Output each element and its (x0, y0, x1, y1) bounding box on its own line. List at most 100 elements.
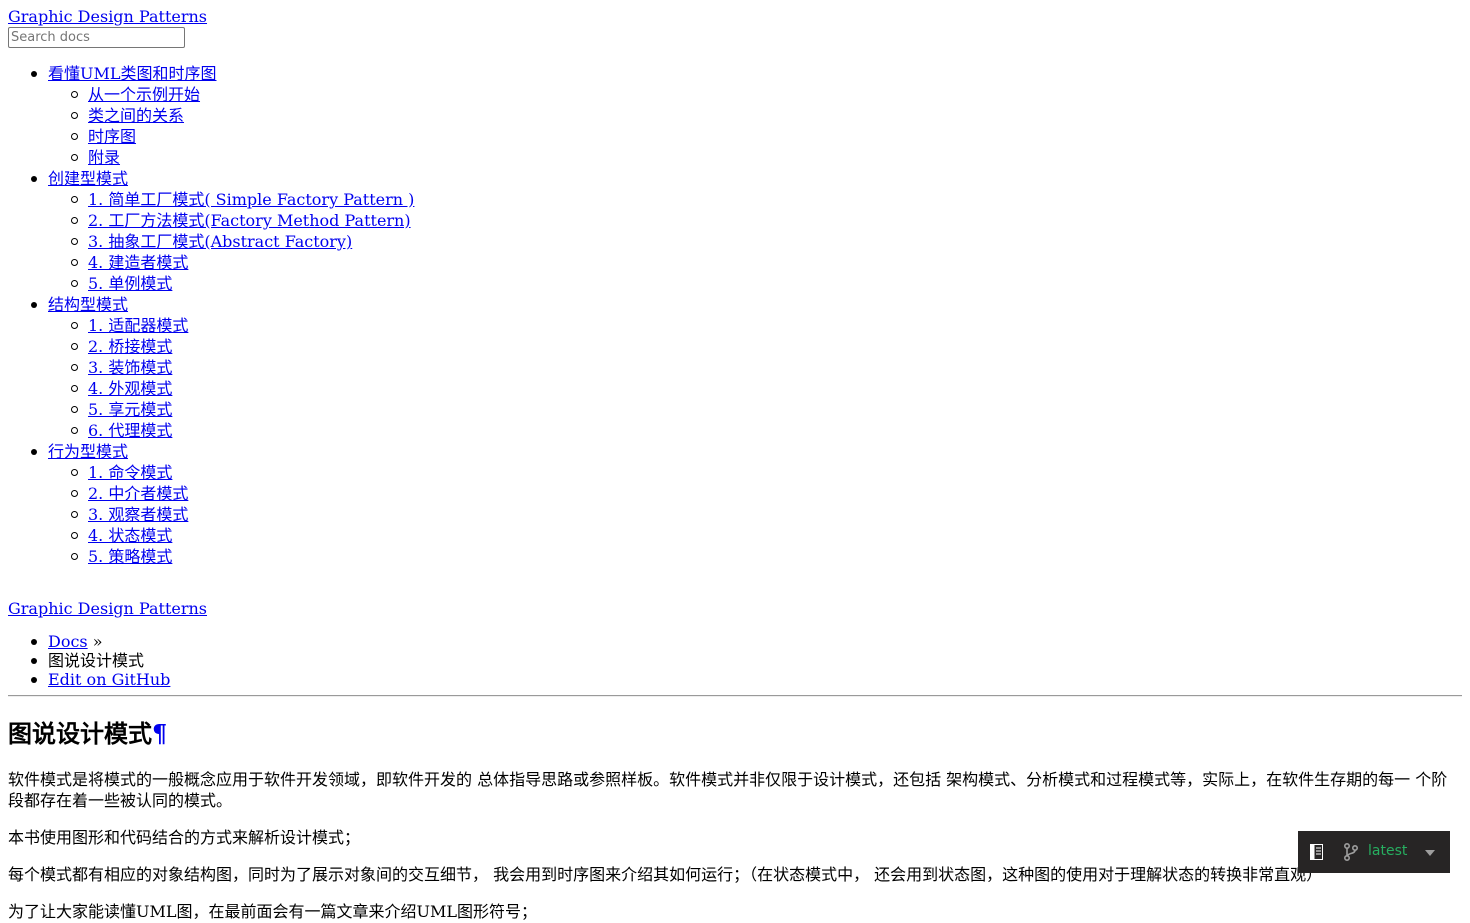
nav-sublist: 从一个示例开始 类之间的关系 时序图 附录 (8, 84, 1462, 168)
bullet-icon (71, 238, 78, 245)
nav-link[interactable]: 5. 享元模式 (88, 400, 172, 419)
breadcrumb-item-current: 图说设计模式 (8, 651, 1462, 670)
nav-subitem: 3. 装饰模式 (8, 357, 1462, 378)
nav-subitem: 6. 代理模式 (8, 420, 1462, 441)
bullet-icon (71, 280, 78, 287)
bullet-icon (71, 427, 78, 434)
bullet-icon (71, 490, 78, 497)
nav-link-uml[interactable]: 看懂UML类图和时序图 (48, 64, 217, 83)
nav-subitem: 5. 享元模式 (8, 399, 1462, 420)
nav-subitem: 附录 (8, 147, 1462, 168)
nav-subitem: 1. 适配器模式 (8, 315, 1462, 336)
nav-link[interactable]: 从一个示例开始 (88, 85, 200, 104)
nav-link[interactable]: 2. 工厂方法模式(Factory Method Pattern) (88, 211, 411, 230)
nav-link[interactable]: 5. 策略模式 (88, 547, 172, 566)
nav-section-head: 看懂UML类图和时序图 (8, 63, 1462, 84)
nav-subitem: 从一个示例开始 (8, 84, 1462, 105)
nav-section-behavioral: 行为型模式 1. 命令模式 2. 中介者模式 3. 观察者模式 4. 状态模式 … (8, 441, 1462, 567)
nav-subitem: 3. 抽象工厂模式(Abstract Factory) (8, 231, 1462, 252)
nav-section-head: 行为型模式 (8, 441, 1462, 462)
breadcrumb-separator: » (87, 632, 103, 651)
nav-subitem: 类之间的关系 (8, 105, 1462, 126)
nav-subitem: 时序图 (8, 126, 1462, 147)
bullet-icon (71, 322, 78, 329)
bullet-icon (71, 532, 78, 539)
bullet-icon (71, 364, 78, 371)
paragraph: 为了让大家能读懂UML图，在最前面会有一篇文章来介绍UML图形符号； (8, 902, 537, 921)
bullet-icon (71, 217, 78, 224)
bullet-icon (71, 91, 78, 98)
nav-section-creational: 创建型模式 1. 简单工厂模式( Simple Factory Pattern … (8, 168, 1462, 294)
breadcrumb-current: 图说设计模式 (48, 651, 145, 670)
page-title-text: 图说设计模式 (8, 719, 152, 748)
nav-link-structural[interactable]: 结构型模式 (48, 295, 128, 314)
bullet-icon (31, 302, 37, 308)
topbar-brand-link[interactable]: Graphic Design Patterns (8, 598, 1462, 619)
page: Graphic Design Patterns 看懂UML类图和时序图 从一个示… (8, 6, 1462, 922)
nav-sublist: 1. 命令模式 2. 中介者模式 3. 观察者模式 4. 状态模式 5. 策略模… (8, 462, 1462, 567)
paragraph: 每个模式都有相应的对象结构图，同时为了展示对象间的交互细节， 我会用到时序图来介… (8, 865, 1323, 884)
nav-subitem: 2. 桥接模式 (8, 336, 1462, 357)
bullet-icon (71, 469, 78, 476)
nav-link[interactable]: 4. 外观模式 (88, 379, 172, 398)
version-switcher[interactable]: latest (1298, 831, 1450, 873)
nav-section-head: 结构型模式 (8, 294, 1462, 315)
nav-subitem: 1. 简单工厂模式( Simple Factory Pattern ) (8, 189, 1462, 210)
sidebar-brand-link[interactable]: Graphic Design Patterns (8, 6, 1462, 27)
nav-link[interactable]: 6. 代理模式 (88, 421, 172, 440)
nav-link-creational[interactable]: 创建型模式 (48, 169, 128, 188)
permalink-link[interactable]: ¶ (152, 719, 167, 748)
nav-subitem: 1. 命令模式 (8, 462, 1462, 483)
nav-link-behavioral[interactable]: 行为型模式 (48, 442, 128, 461)
nav-subitem: 2. 中介者模式 (8, 483, 1462, 504)
bullet-icon (71, 259, 78, 266)
bullet-icon (71, 406, 78, 413)
paragraph: 软件模式是将模式的一般概念应用于软件开发领域，即软件开发的 总体指导思路或参照样… (8, 770, 1448, 810)
sidebar-nav: 看懂UML类图和时序图 从一个示例开始 类之间的关系 时序图 附录 创建型模式 … (8, 63, 1462, 567)
bullet-icon (71, 385, 78, 392)
bullet-icon (71, 196, 78, 203)
caret-down-icon (1425, 850, 1435, 856)
nav-link[interactable]: 类之间的关系 (88, 106, 184, 125)
nav-link[interactable]: 3. 装饰模式 (88, 358, 172, 377)
nav-subitem: 4. 外观模式 (8, 378, 1462, 399)
page-title: 图说设计模式¶ (8, 719, 1462, 749)
search-input[interactable] (8, 27, 185, 48)
bullet-icon (31, 176, 37, 182)
nav-link[interactable]: 1. 简单工厂模式( Simple Factory Pattern ) (88, 190, 414, 209)
bullet-icon (31, 71, 37, 77)
nav-section-structural: 结构型模式 1. 适配器模式 2. 桥接模式 3. 装饰模式 4. 外观模式 5… (8, 294, 1462, 441)
nav-link[interactable]: 1. 命令模式 (88, 463, 172, 482)
bullet-icon (71, 133, 78, 140)
version-label: latest (1368, 843, 1408, 859)
edit-on-github-link[interactable]: Edit on GitHub (48, 670, 170, 689)
bullet-icon (71, 112, 78, 119)
git-branch-icon (1344, 843, 1359, 861)
bullet-icon (31, 449, 37, 455)
bullet-icon (31, 639, 37, 645)
bullet-icon (71, 553, 78, 560)
nav-link[interactable]: 3. 抽象工厂模式(Abstract Factory) (88, 232, 352, 251)
bullet-icon (31, 677, 37, 683)
nav-subitem: 5. 单例模式 (8, 273, 1462, 294)
nav-link[interactable]: 附录 (88, 148, 120, 167)
nav-link[interactable]: 时序图 (88, 127, 136, 146)
nav-link[interactable]: 2. 中介者模式 (88, 484, 188, 503)
nav-link[interactable]: 1. 适配器模式 (88, 316, 188, 335)
book-icon (1310, 844, 1323, 860)
nav-link[interactable]: 2. 桥接模式 (88, 337, 172, 356)
bullet-icon (71, 154, 78, 161)
nav-link[interactable]: 3. 观察者模式 (88, 505, 188, 524)
breadcrumb: Docs » 图说设计模式 Edit on GitHub (8, 632, 1462, 689)
nav-link[interactable]: 4. 建造者模式 (88, 253, 188, 272)
nav-link[interactable]: 5. 单例模式 (88, 274, 172, 293)
nav-section-uml: 看懂UML类图和时序图 从一个示例开始 类之间的关系 时序图 附录 (8, 63, 1462, 168)
nav-subitem: 2. 工厂方法模式(Factory Method Pattern) (8, 210, 1462, 231)
nav-section-head: 创建型模式 (8, 168, 1462, 189)
breadcrumb-item-docs: Docs » (8, 632, 1462, 651)
bullet-icon (71, 511, 78, 518)
bullet-icon (71, 343, 78, 350)
nav-subitem: 3. 观察者模式 (8, 504, 1462, 525)
nav-link[interactable]: 4. 状态模式 (88, 526, 172, 545)
breadcrumb-docs-link[interactable]: Docs (48, 632, 88, 651)
